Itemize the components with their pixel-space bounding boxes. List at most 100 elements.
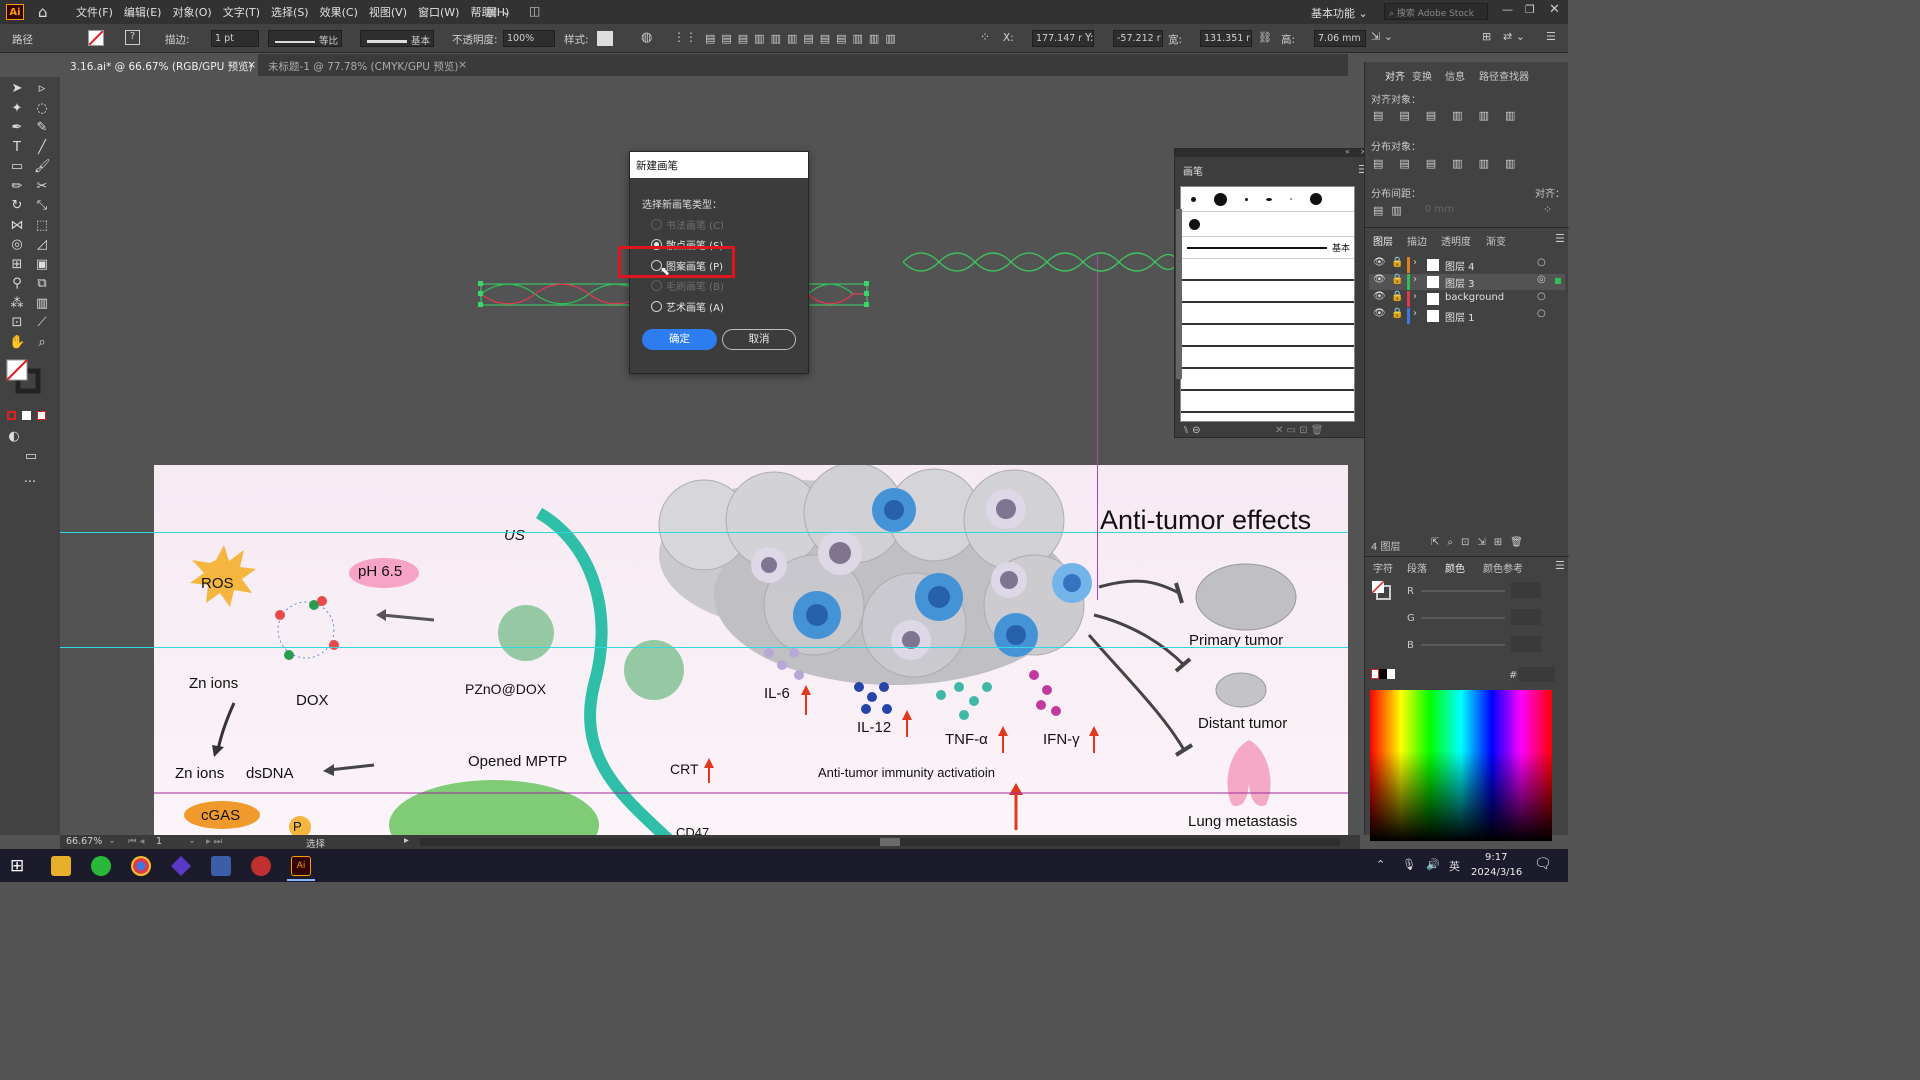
collapse-panel-icon[interactable]: « [1345,147,1350,156]
artboard-number[interactable]: 1 [156,836,162,847]
eyedropper-tool-icon[interactable]: ⚲ [9,276,25,292]
brush-basic[interactable]: 基本 [1181,237,1354,259]
variable-width-profile[interactable]: 等比 [268,30,342,47]
layer-row-3[interactable]: 👁 🔒 › 图层 3 ◎ [1369,274,1565,290]
gradient-tool-icon[interactable]: ▣ [34,257,50,273]
menu-edit[interactable]: 编辑(E) [124,4,162,20]
tray-expand-icon[interactable]: ⌃ [1376,858,1385,871]
slice-tool-icon[interactable]: ⟋ [34,315,50,331]
menu-type[interactable]: 文字(T) [223,4,260,20]
distribute-object-buttons[interactable]: ▤▤▤▥▥▥ [1373,157,1563,171]
lasso-tool-icon[interactable]: ◌ [34,101,50,117]
g-value-field[interactable] [1511,609,1541,625]
fill-swatch[interactable] [88,30,104,46]
stock-search-input[interactable]: ⌕ 搜索 Adobe Stock [1384,3,1488,20]
distribute-spacing-buttons[interactable]: ▤▥ [1373,204,1403,218]
selection-indicator[interactable] [1555,278,1561,284]
opacity-field[interactable]: 100% [503,30,555,47]
menu-view[interactable]: 视图(V) [369,4,407,20]
tab-pathfinder[interactable]: 路径查找器 [1479,68,1529,83]
b-slider[interactable] [1421,644,1505,646]
paintbrush-tool-icon[interactable]: 🖌 [34,159,51,175]
target-icon[interactable]: ○ [1537,257,1546,268]
brush-library-list[interactable]: 基本 [1180,186,1355,422]
tab-document-2-close-icon[interactable]: × [458,58,467,71]
tab-character[interactable]: 字符 [1373,560,1393,575]
illustrator-taskbar-icon[interactable]: Ai [291,856,311,876]
align-selection-icon[interactable]: ⋮⋮ [673,30,697,44]
align-buttons-group[interactable]: ▤▤▤▥▥▥▤▤▤▥▥▥ [705,32,975,46]
rotate-tool-icon[interactable]: ↻ [9,198,25,214]
brush-row-large-dot[interactable] [1181,212,1354,237]
arrange-panels-icon[interactable]: ⇄ ⌄ [1503,30,1525,43]
brush-library-menu-icon[interactable]: ⑊ ⊖ [1183,425,1201,436]
last-artboard-icon[interactable]: ▸ ⏭ [206,836,222,847]
radio-art-brush[interactable]: 艺术画笔 (A) [651,299,724,314]
radio-art-circle[interactable] [651,301,662,312]
pen-tool-icon[interactable]: ✒ [9,120,25,136]
tab-align[interactable]: 对齐 [1385,68,1405,83]
horizontal-scrollbar[interactable] [420,838,1340,846]
restore-icon[interactable]: ❐ [1525,3,1535,16]
ok-button[interactable]: 确定 [642,329,717,350]
close-window-icon[interactable]: ✕ [1549,2,1560,17]
zoom-dropdown-icon[interactable]: ⌄ [108,835,116,846]
panel-options-icon[interactable]: ⊞ [1482,30,1491,43]
color-mode-buttons[interactable] [7,410,53,420]
gpu-performance-icon[interactable]: ◫ [529,4,540,18]
target-icon[interactable]: ○ [1537,308,1546,319]
edit-toolbar-icon[interactable]: ··· [22,475,38,491]
type-tool-icon[interactable]: T [9,140,25,156]
clock-date[interactable]: 2024/3/16 [1471,867,1522,878]
green-wave-pattern[interactable] [903,247,1178,277]
r-slider[interactable] [1421,590,1505,592]
first-artboard-icon[interactable]: ⏮ ◂ [128,836,144,847]
tab-color[interactable]: 颜色 [1445,560,1465,575]
expand-icon[interactable]: › [1413,257,1417,268]
w-field[interactable]: 131.351 r [1200,30,1252,47]
fill-stroke-swatches[interactable] [6,359,41,394]
visibility-icon[interactable]: 👁 [1373,291,1386,302]
menu-window[interactable]: 窗口(W) [418,4,459,20]
symbol-sprayer-tool-icon[interactable]: ⁂ [9,296,25,312]
artboard-dropdown-icon[interactable]: ⌄ [188,835,196,846]
stroke-weight-field[interactable]: 1 pt [211,30,259,47]
menu-file[interactable]: 文件(F) [76,4,113,20]
transform-menu-icon[interactable]: ⇲ ⌄ [1371,30,1393,43]
app-icon-blue[interactable] [211,856,231,876]
blend-tool-icon[interactable]: ⧉ [34,276,50,292]
column-graph-tool-icon[interactable]: ▥ [34,296,50,312]
brush-dot-7[interactable] [1189,219,1200,230]
tab-stroke[interactable]: 描边 [1407,233,1427,248]
layer-row-background[interactable]: 👁 🔒 › background ○ [1369,291,1565,307]
zoom-tool-icon[interactable]: ⌕ [34,335,50,351]
hand-tool-icon[interactable]: ✋ [9,335,25,351]
tab-document-1-close-icon[interactable]: × [247,58,256,71]
recorder-icon[interactable] [251,856,271,876]
pencil-tool-icon[interactable]: ✏ [9,179,25,195]
control-bar-menu-icon[interactable]: ☰ [1546,30,1556,43]
tab-document-2[interactable]: 未标题-1 @ 77.78% (CMYK/GPU 预览) [258,54,472,76]
visibility-icon[interactable]: 👁 [1373,274,1386,285]
drawing-mode-icon[interactable]: ◐ [6,429,22,445]
line-tool-icon[interactable]: ╱ [34,140,50,156]
tab-color-guide[interactable]: 颜色参考 [1483,560,1523,575]
brush-dot-4[interactable] [1266,197,1272,201]
brush-dot-5[interactable] [1290,198,1292,200]
target-icon[interactable]: ○ [1537,291,1546,302]
brush-list-scrollbar[interactable] [1176,209,1182,379]
menu-select[interactable]: 选择(S) [271,4,309,20]
windows-start-icon[interactable]: ⊞ [10,856,24,876]
perspective-grid-tool-icon[interactable]: ◿ [34,237,50,253]
expand-icon[interactable]: › [1413,274,1417,285]
color-spectrum[interactable] [1370,690,1552,841]
curvature-tool-icon[interactable]: ✎ [34,120,50,136]
b-value-field[interactable] [1511,636,1541,652]
brush-dot-3[interactable] [1245,197,1248,201]
scissors-tool-icon[interactable]: ✂ [34,179,50,195]
tab-transform[interactable]: 变换 [1412,68,1432,83]
color-fill-stroke-swatch[interactable] [1371,580,1391,600]
tab-transparency[interactable]: 透明度 [1441,233,1471,248]
guide-line-1[interactable] [60,532,1348,533]
screen-mode-icon[interactable]: ▭ [22,449,40,465]
